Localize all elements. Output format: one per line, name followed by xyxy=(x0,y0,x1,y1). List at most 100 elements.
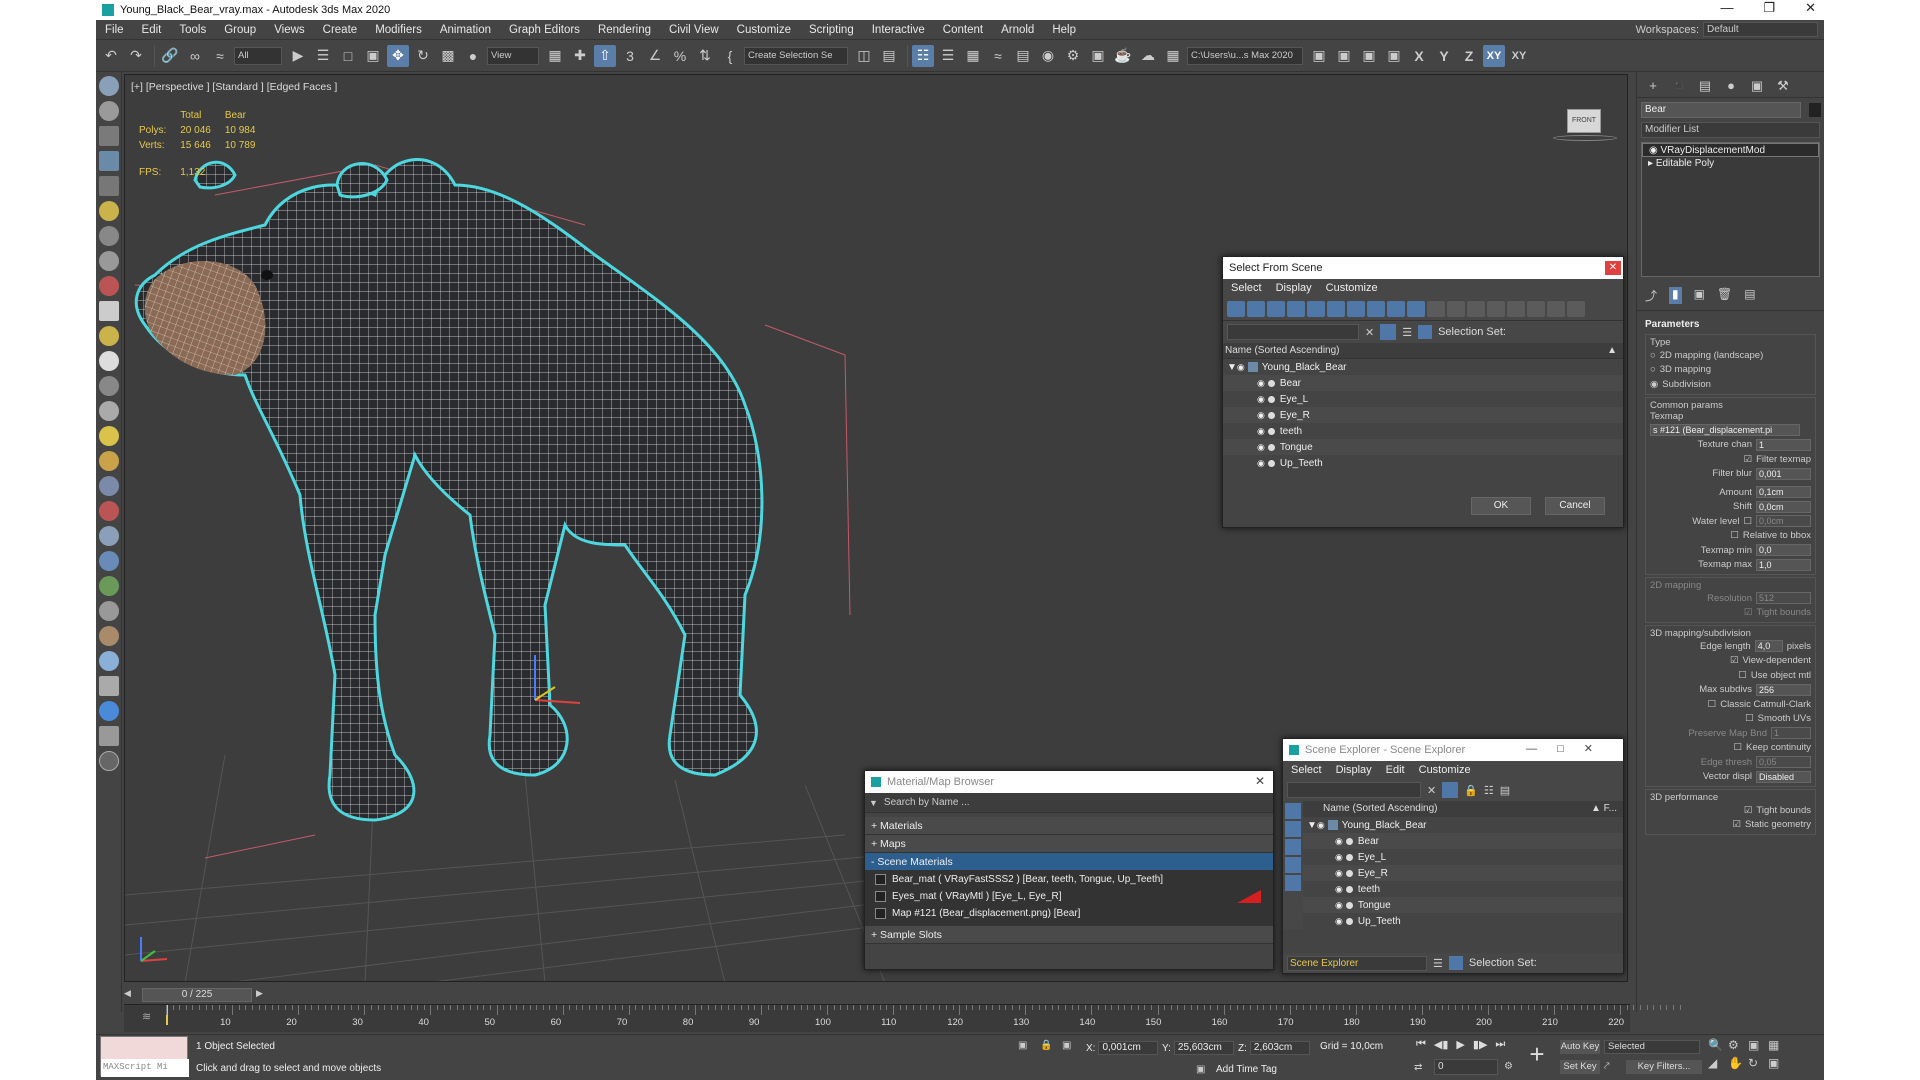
next-frame-icon[interactable]: ▮▶ xyxy=(1473,1038,1488,1051)
axis-x-button[interactable]: X xyxy=(1408,45,1430,67)
radio-2d-mapping[interactable]: ○ xyxy=(1650,350,1656,361)
plane-tool-icon[interactable] xyxy=(98,301,119,321)
go-start-icon[interactable]: ⏮ xyxy=(1416,1038,1426,1051)
sort-asc-icon[interactable]: ▲ xyxy=(1607,343,1617,358)
scene-explorer-icon[interactable]: ☷ xyxy=(912,44,934,67)
current-frame-field[interactable]: 0 xyxy=(1434,1059,1498,1075)
edge-thresh-spinner[interactable]: 0,05 xyxy=(1756,756,1811,769)
maxscript-input[interactable]: MAXScript Mi xyxy=(101,1059,189,1077)
filter-shapes-icon[interactable] xyxy=(1247,300,1265,317)
explorer-geometry-filter-icon[interactable] xyxy=(1285,803,1301,819)
catmull-checkbox[interactable]: ☐ xyxy=(1708,699,1717,710)
vector-disp-select[interactable]: Disabled xyxy=(1756,770,1811,783)
menu-graph-editors[interactable]: Graph Editors xyxy=(500,24,589,36)
spinner-snap-icon[interactable]: ⇅ xyxy=(694,45,716,67)
menu-animation[interactable]: Animation xyxy=(431,24,500,36)
menu-customize[interactable]: Customize xyxy=(728,24,800,36)
explorer-lights-filter-icon[interactable] xyxy=(1285,839,1301,855)
use-object-mtl-checkbox[interactable]: ☐ xyxy=(1738,670,1747,681)
axis-z-button[interactable]: Z xyxy=(1458,45,1480,67)
texture-chan-spinner[interactable]: 1 xyxy=(1756,438,1811,451)
select-dialog-name-header[interactable]: Name (Sorted Ascending) xyxy=(1225,343,1340,358)
filter-spacewarps-icon[interactable] xyxy=(1327,300,1345,317)
viewport-label[interactable]: [+] [Perspective ] [Standard ] [Edged Fa… xyxy=(131,81,337,93)
menu-rendering[interactable]: Rendering xyxy=(589,24,660,36)
browser-options-icon[interactable]: ▼ xyxy=(869,798,878,808)
utilities-tab-icon[interactable]: ⚒ xyxy=(1775,78,1791,93)
dome-tool-icon[interactable] xyxy=(98,326,119,346)
rotate-icon[interactable]: ↻ xyxy=(412,45,434,67)
material-item-map121[interactable]: Map #121 (Bear_displacement.png) [Bear] xyxy=(865,905,1273,922)
filter-blur-spinner[interactable]: 0,001 xyxy=(1756,467,1811,480)
window-crossing-icon[interactable]: ▣ xyxy=(362,45,384,67)
auto-key-button[interactable]: Auto Key xyxy=(1560,1040,1600,1054)
explorer-row-teeth[interactable]: ◉ teeth xyxy=(1303,881,1623,897)
filter-lights-icon[interactable] xyxy=(1267,300,1285,317)
layers-tool-icon[interactable] xyxy=(98,726,119,746)
align-icon[interactable]: ▤ xyxy=(878,45,900,67)
motion-tab-icon[interactable]: ● xyxy=(1723,78,1739,93)
tight-bounds-2d-checkbox[interactable]: ☑ xyxy=(1744,607,1753,618)
named-selection-select[interactable]: Create Selection Se xyxy=(744,46,848,65)
play-icon[interactable]: ▶ xyxy=(1456,1038,1464,1051)
move-icon[interactable]: ✥ xyxy=(387,44,409,67)
zoom-extents-all-icon[interactable]: ▦ xyxy=(1768,1038,1788,1052)
section-materials[interactable]: + Materials xyxy=(865,817,1273,835)
section-sample-slots[interactable]: + Sample Slots xyxy=(865,926,1273,944)
zoom-extents-icon[interactable]: ▣ xyxy=(1748,1038,1768,1052)
eye-icon[interactable]: ◉ xyxy=(1335,852,1343,863)
time-tag-icon[interactable]: ▣ xyxy=(1196,1064,1205,1075)
hf-tool-icon[interactable] xyxy=(98,601,119,621)
close-icon[interactable]: ✕ xyxy=(1805,0,1816,16)
explorer-clear-icon[interactable]: ✕ xyxy=(1427,784,1436,797)
select-dialog-search-input[interactable] xyxy=(1227,324,1359,340)
zoom-icon[interactable]: 🔍 xyxy=(1708,1038,1728,1052)
menu-file[interactable]: File xyxy=(96,24,133,36)
cancel-button[interactable]: Cancel xyxy=(1545,497,1605,515)
filter-helpers-icon[interactable] xyxy=(1307,300,1325,317)
key-filters-button[interactable]: Key Filters... xyxy=(1626,1060,1702,1074)
coord-x-field[interactable]: 0,001cm xyxy=(1098,1041,1159,1055)
axis-y-button[interactable]: Y xyxy=(1433,45,1455,67)
amount-spinner[interactable]: 0,1cm xyxy=(1756,486,1811,499)
viewcube[interactable]: FRONT xyxy=(1553,99,1617,145)
eye-icon[interactable]: ◉ xyxy=(1257,378,1265,389)
explorer-filter-icon[interactable] xyxy=(1442,782,1459,798)
track-bar[interactable]: ≋ 10 20 30 40 50 60 70 80 90 100 110 120 130 140 150 16… xyxy=(124,1004,1681,1032)
angle-snap-icon[interactable]: ∠ xyxy=(644,45,666,67)
water-level-checkbox[interactable]: ☐ xyxy=(1743,516,1752,527)
light-sphere-tool-icon[interactable] xyxy=(98,651,119,671)
snaps-toggle-icon[interactable]: 3 xyxy=(619,45,641,67)
tree-row-root[interactable]: ▼ ◉ Young_Black_Bear xyxy=(1223,359,1623,375)
rect-selection-icon[interactable]: □ xyxy=(337,45,359,67)
filter-containers-icon[interactable] xyxy=(1407,300,1425,317)
explorer-hierarchy-icon[interactable]: ☷ xyxy=(1484,784,1494,797)
menu-modifiers[interactable]: Modifiers xyxy=(366,24,431,36)
axis-xy-cycle-button[interactable]: XY xyxy=(1508,45,1530,67)
display-all-icon[interactable] xyxy=(1467,300,1485,317)
time-slider-thumb[interactable]: 0 / 225 xyxy=(142,988,252,1002)
viewcube-front-face[interactable]: FRONT xyxy=(1567,109,1601,133)
browser-close-icon[interactable]: ✕ xyxy=(1255,774,1265,788)
display-tab-icon[interactable]: ▣ xyxy=(1749,78,1765,93)
explorer-menu-edit[interactable]: Edit xyxy=(1386,764,1405,776)
section-maps[interactable]: + Maps xyxy=(865,835,1273,853)
explorer-menu-select[interactable]: Select xyxy=(1291,764,1322,776)
help-tool-icon[interactable] xyxy=(98,751,119,771)
image-tool-icon[interactable] xyxy=(98,126,119,146)
render-icon[interactable]: ☕ xyxy=(1112,45,1134,67)
hair-tool-icon[interactable] xyxy=(98,476,119,496)
menu-group[interactable]: Group xyxy=(215,24,265,36)
menu-views[interactable]: Views xyxy=(265,24,313,36)
orbit-icon[interactable]: ↻ xyxy=(1748,1056,1768,1070)
menu-help[interactable]: Help xyxy=(1043,24,1085,36)
explorer-layers-icon[interactable]: ☰ xyxy=(1433,957,1443,970)
link-icon[interactable]: 🔗 xyxy=(159,45,181,67)
eye-icon[interactable]: ◉ xyxy=(1335,916,1343,927)
select-object-icon[interactable]: ▶ xyxy=(287,45,309,67)
time-prev-icon[interactable]: ◀ xyxy=(124,988,138,1002)
filter-xrefs-icon[interactable] xyxy=(1367,300,1385,317)
eye-icon[interactable]: ◉ xyxy=(1257,410,1265,421)
filter-frozen-icon[interactable] xyxy=(1427,300,1445,317)
explorer-helpers-filter-icon[interactable] xyxy=(1285,875,1301,891)
